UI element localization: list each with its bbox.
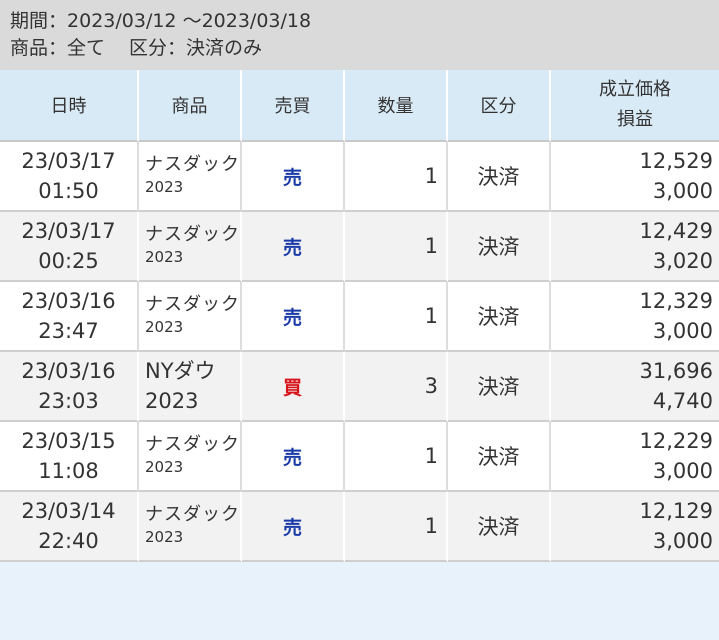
trade-price: 12,429	[639, 219, 713, 243]
cell-price-pnl: 12,429 3,020	[551, 212, 719, 282]
cell-quantity: 1	[345, 212, 448, 282]
cell-type: 決済	[448, 352, 551, 422]
cell-datetime: 23/03/15 11:08	[0, 422, 139, 492]
header-product: 商品	[139, 70, 242, 142]
type-label: 区分：	[129, 37, 187, 59]
trade-time: 23:03	[38, 389, 99, 413]
product-contract: 2023	[145, 528, 184, 546]
trade-price: 12,129	[639, 499, 713, 523]
cell-datetime: 23/03/16 23:47	[0, 282, 139, 352]
cell-quantity: 1	[345, 492, 448, 562]
cell-price-pnl: 12,229 3,000	[551, 422, 719, 492]
product-contract: 2023	[145, 458, 184, 476]
cell-quantity: 1	[345, 142, 448, 212]
product-name: ナスダック	[145, 504, 240, 525]
table-row[interactable]: 23/03/14 22:40 ナスダック 2023 売 1 決済 12,129 3,000	[0, 492, 719, 562]
trade-pnl: 4,740	[652, 389, 713, 413]
cell-product: NYダウ 2023	[139, 352, 242, 422]
header-quantity: 数量	[345, 70, 448, 142]
trade-pnl: 3,000	[652, 459, 713, 483]
product-name: ナスダック	[145, 224, 240, 245]
trade-date: 23/03/16	[21, 289, 116, 313]
cell-side: 売	[242, 492, 345, 562]
header-side: 売買	[242, 70, 345, 142]
trade-time: 01:50	[38, 179, 99, 203]
cell-quantity: 1	[345, 282, 448, 352]
trade-pnl: 3,020	[652, 249, 713, 273]
cell-type: 決済	[448, 212, 551, 282]
cell-type: 決済	[448, 282, 551, 352]
trade-price: 31,696	[639, 359, 713, 383]
cell-price-pnl: 31,696 4,740	[551, 352, 719, 422]
product-label: 商品：	[10, 37, 68, 59]
table-row[interactable]: 23/03/16 23:47 ナスダック 2023 売 1 決済 12,329 3,000	[0, 282, 719, 352]
cell-price-pnl: 12,129 3,000	[551, 492, 719, 562]
cell-product: ナスダック 2023	[139, 212, 242, 282]
cell-datetime: 23/03/17 01:50	[0, 142, 139, 212]
product-contract: 2023	[145, 389, 199, 413]
header-price-pnl: 成立価格 損益	[551, 70, 719, 142]
trade-date: 23/03/14	[21, 499, 116, 523]
table-row[interactable]: 23/03/16 23:03 NYダウ 2023 買 3 決済 31,696 4,740	[0, 352, 719, 422]
cell-price-pnl: 12,329 3,000	[551, 282, 719, 352]
cell-datetime: 23/03/17 00:25	[0, 212, 139, 282]
product-name: ナスダック	[145, 294, 240, 315]
product-value: 全て	[67, 37, 106, 59]
period-line: 期間：2023/03/12 〜2023/03/18	[10, 8, 709, 35]
trade-time: 00:25	[38, 249, 99, 273]
cell-side: 売	[242, 282, 345, 352]
product-name: ナスダック	[145, 154, 240, 175]
product-contract: 2023	[145, 178, 184, 196]
trade-pnl: 3,000	[652, 179, 713, 203]
product-contract: 2023	[145, 318, 184, 336]
filter-summary: 期間：2023/03/12 〜2023/03/18 商品：全て 区分：決済のみ	[0, 0, 719, 70]
period-value: 2023/03/12 〜2023/03/18	[67, 10, 312, 32]
cell-type: 決済	[448, 422, 551, 492]
trade-time: 23:47	[38, 319, 99, 343]
header-type: 区分	[448, 70, 551, 142]
cell-product: ナスダック 2023	[139, 142, 242, 212]
cell-product: ナスダック 2023	[139, 282, 242, 352]
trade-time: 11:08	[38, 459, 99, 483]
product-name: NYダウ	[145, 359, 216, 383]
table-header-row: 日時 商品 売買 数量 区分 成立価格 損益	[0, 70, 719, 142]
cell-product: ナスダック 2023	[139, 492, 242, 562]
trade-date: 23/03/17	[21, 149, 116, 173]
trade-price: 12,329	[639, 289, 713, 313]
product-type-line: 商品：全て 区分：決済のみ	[10, 35, 709, 62]
cell-price-pnl: 12,529 3,000	[551, 142, 719, 212]
trade-history-table: 日時 商品 売買 数量 区分 成立価格 損益 23/03/17 01:50 ナスダッ…	[0, 70, 719, 562]
cell-side: 売	[242, 212, 345, 282]
header-datetime: 日時	[0, 70, 139, 142]
cell-datetime: 23/03/16 23:03	[0, 352, 139, 422]
table-row[interactable]: 23/03/17 00:25 ナスダック 2023 売 1 決済 12,429 3,020	[0, 212, 719, 282]
product-contract: 2023	[145, 248, 184, 266]
table-row[interactable]: 23/03/15 11:08 ナスダック 2023 売 1 決済 12,229 3,000	[0, 422, 719, 492]
trade-date: 23/03/15	[21, 429, 116, 453]
trade-time: 22:40	[38, 529, 99, 553]
trade-date: 23/03/17	[21, 219, 116, 243]
period-label: 期間：	[10, 10, 68, 32]
product-name: ナスダック	[145, 434, 240, 455]
cell-quantity: 1	[345, 422, 448, 492]
cell-side: 売	[242, 422, 345, 492]
cell-type: 決済	[448, 142, 551, 212]
trade-pnl: 3,000	[652, 319, 713, 343]
type-value: 決済のみ	[186, 37, 263, 59]
cell-datetime: 23/03/14 22:40	[0, 492, 139, 562]
cell-quantity: 3	[345, 352, 448, 422]
cell-side: 売	[242, 142, 345, 212]
trade-price: 12,229	[639, 429, 713, 453]
table-row[interactable]: 23/03/17 01:50 ナスダック 2023 売 1 決済 12,529 3,000	[0, 142, 719, 212]
cell-type: 決済	[448, 492, 551, 562]
cell-product: ナスダック 2023	[139, 422, 242, 492]
trade-price: 12,529	[639, 149, 713, 173]
header-pnl: 損益	[617, 109, 653, 130]
trade-date: 23/03/16	[21, 359, 116, 383]
trade-pnl: 3,000	[652, 529, 713, 553]
cell-side: 買	[242, 352, 345, 422]
header-price: 成立価格	[599, 79, 671, 100]
